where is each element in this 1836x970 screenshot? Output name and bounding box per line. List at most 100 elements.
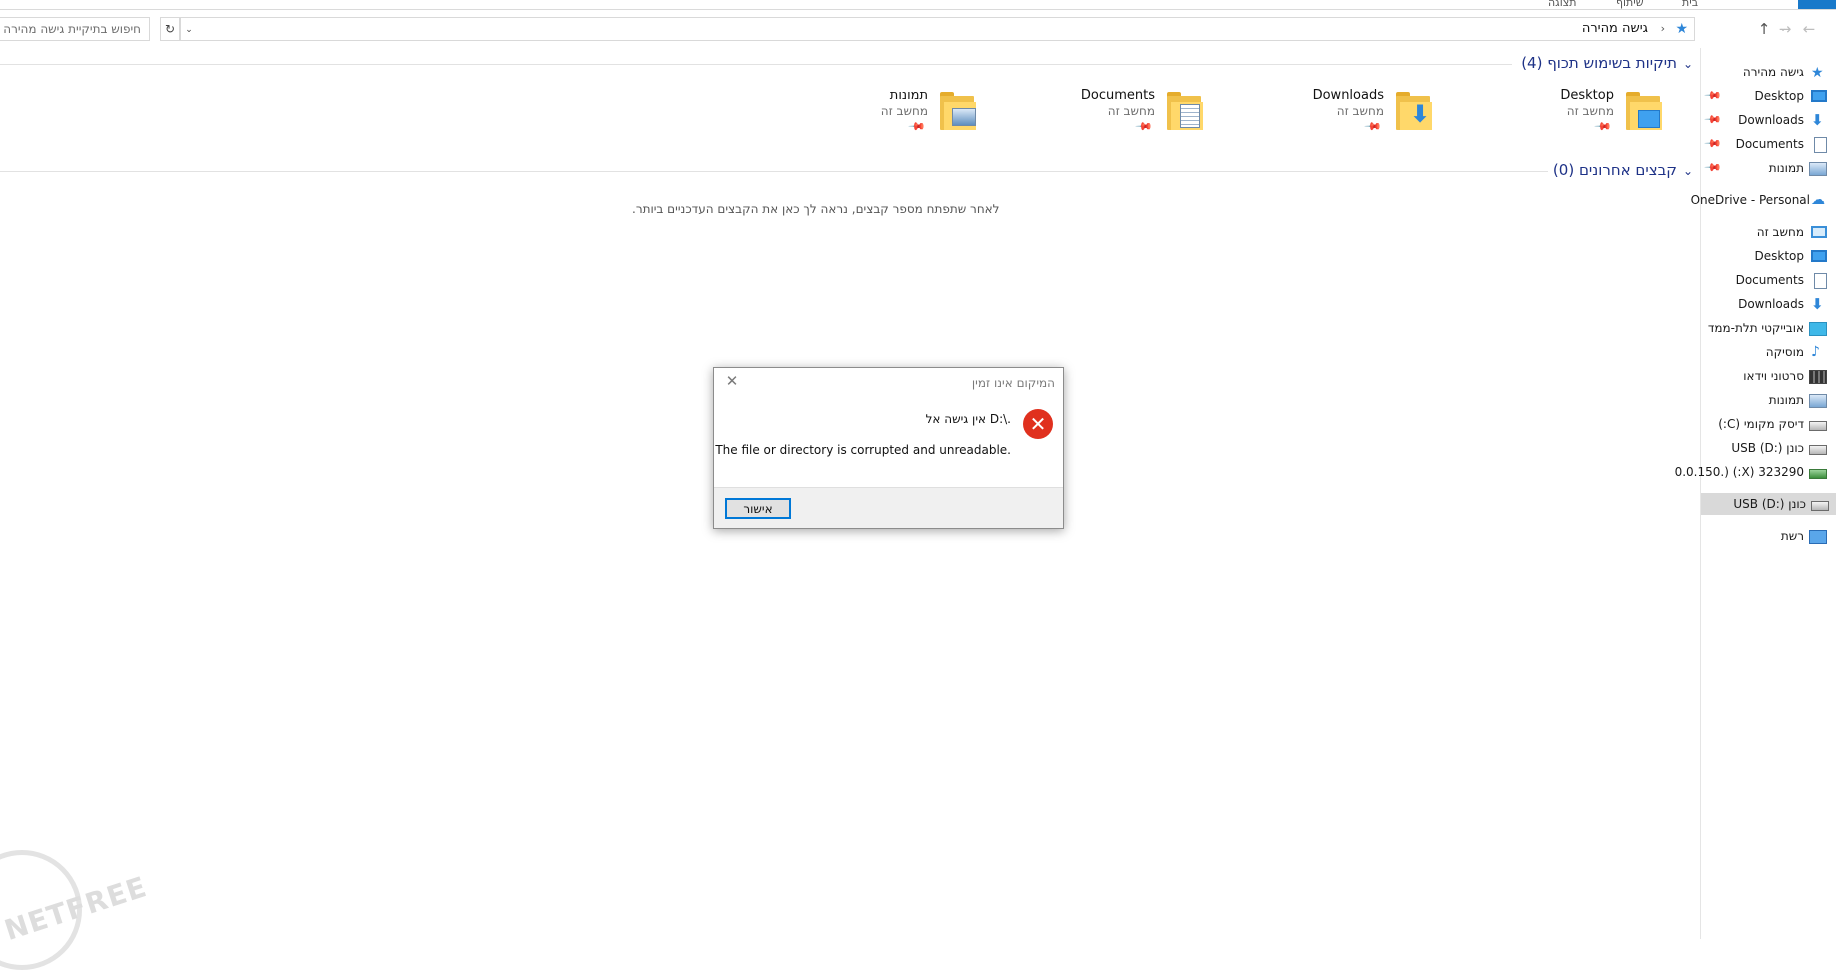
video-film-icon — [1809, 370, 1827, 384]
nav-item-usb-d[interactable]: כונן USB (D:) — [1701, 437, 1836, 459]
folder-icon: ⬇ — [1396, 92, 1432, 130]
address-dropdown-chevron-icon[interactable]: ⌄ — [181, 18, 197, 42]
nav-item-label: כונן USB (D:) — [1733, 497, 1806, 511]
nav-item-onedrive[interactable]: ☁ OneDrive - Personal — [1691, 189, 1836, 211]
nav-item-usb-d-root[interactable]: כונן USB (D:) — [1701, 493, 1836, 515]
ok-button[interactable]: אישור — [725, 498, 791, 519]
nav-item-network-drive-x[interactable]: 323290 (X:) (.0.0.150 — [1675, 461, 1836, 483]
nav-item-3d-objects[interactable]: אובייקטי תלת-ממד — [1701, 317, 1836, 339]
close-icon[interactable]: ✕ — [722, 371, 742, 391]
nav-item-label: Documents — [1735, 273, 1804, 287]
nav-item-network[interactable]: רשת — [1701, 525, 1836, 547]
ribbon-tab-share[interactable]: שיתוף — [1616, 0, 1644, 9]
document-icon — [1814, 273, 1827, 289]
nav-item-label: Downloads — [1738, 113, 1804, 127]
pin-icon[interactable]: 📌 — [1364, 117, 1383, 136]
desktop-icon — [1811, 90, 1827, 102]
nav-item-label: תמונות — [1768, 393, 1804, 407]
address-input[interactable]: ★ › גישה מהירה ⌄ — [180, 17, 1695, 41]
up-button[interactable]: ↑ — [1754, 19, 1774, 39]
computer-icon — [1811, 226, 1827, 238]
folder-tile-pictures[interactable]: תמונות מחשב זה 📌 — [786, 88, 976, 138]
nav-item-label: סרטוני וידאו — [1743, 369, 1804, 383]
chevron-down-icon: ⌄ — [1682, 164, 1693, 178]
error-dialog: המיקום אינו זמין ✕ ✕ אין גישה אל D:\. Th… — [713, 367, 1064, 529]
dialog-message-access-denied: אין גישה אל D:\. — [925, 412, 1011, 426]
pin-icon[interactable]: 📌 — [1594, 117, 1613, 136]
pin-icon[interactable]: 📌 — [908, 117, 927, 136]
nav-item-label: Desktop — [1754, 249, 1805, 263]
nav-item-local-disk-c[interactable]: דיסק מקומי (C:) — [1701, 413, 1836, 435]
folder-tile-downloads[interactable]: ⬇ Downloads מחשב זה 📌 — [1242, 88, 1432, 138]
folder-location: מחשב זה — [1566, 104, 1614, 118]
music-note-icon: ♪ — [1811, 344, 1820, 360]
refresh-button[interactable]: ↻ — [160, 17, 180, 41]
ribbon-tab-file[interactable] — [1798, 0, 1836, 9]
dialog-title: המיקום אינו זמין — [971, 376, 1055, 390]
nav-item-videos[interactable]: סרטוני וידאו — [1701, 365, 1836, 387]
nav-item-label: תמונות — [1768, 161, 1804, 175]
pin-icon: 📌 — [1703, 110, 1723, 130]
group-divider — [0, 64, 1512, 65]
ribbon-tabs: בית שיתוף תצוגה — [0, 0, 1836, 10]
nav-item-label: מוסיקה — [1765, 345, 1804, 359]
folder-name: תמונות — [889, 88, 928, 103]
folder-location: מחשב זה — [880, 104, 928, 118]
pin-icon: 📌 — [1703, 158, 1723, 178]
nav-item-pictures-pinned[interactable]: תמונות 📌 — [1701, 157, 1836, 179]
cloud-icon: ☁ — [1811, 192, 1825, 208]
pictures-icon — [1809, 162, 1827, 176]
recent-locations-button[interactable]: ⌄ — [1778, 19, 1788, 39]
nav-item-label: מחשב זה — [1756, 225, 1804, 239]
star-icon: ★ — [1811, 65, 1824, 81]
dialog-message-corrupted: The file or directory is corrupted and u… — [715, 443, 1011, 457]
folder-tile-desktop[interactable]: Desktop מחשב זה 📌 — [1472, 88, 1662, 138]
nav-item-label: Desktop — [1754, 89, 1805, 103]
nav-item-label: דיסק מקומי (C:) — [1718, 417, 1804, 431]
folder-name: Documents — [1080, 88, 1155, 103]
pin-icon: 📌 — [1703, 134, 1723, 154]
download-arrow-icon: ⬇ — [1811, 111, 1824, 129]
3d-objects-icon — [1809, 322, 1827, 336]
nav-item-quick-access[interactable]: ★ גישה מהירה — [1701, 61, 1836, 83]
nav-item-desktop[interactable]: Desktop — [1701, 245, 1836, 267]
recent-files-empty-message: לאחר שתפתח מספר קבצים, נראה לך כאן את הק… — [632, 202, 1000, 216]
nav-item-documents[interactable]: Documents — [1701, 269, 1836, 291]
nav-item-label: כונן USB (D:) — [1731, 441, 1804, 455]
document-badge-icon — [1180, 104, 1200, 128]
nav-item-this-pc[interactable]: מחשב זה — [1701, 221, 1836, 243]
breadcrumb-separator[interactable]: › — [1661, 18, 1665, 40]
document-icon — [1814, 137, 1827, 153]
network-drive-icon — [1809, 469, 1827, 479]
ribbon-tab-home[interactable]: בית — [1682, 0, 1698, 9]
frequent-folders-header[interactable]: ⌄ תיקיות בשימוש תכוף (4) — [1521, 54, 1693, 72]
nav-item-music[interactable]: ♪ מוסיקה — [1701, 341, 1836, 363]
folder-tile-documents[interactable]: Documents מחשב זה 📌 — [1013, 88, 1203, 138]
folder-location: מחשב זה — [1336, 104, 1384, 118]
nav-item-pictures[interactable]: תמונות — [1701, 389, 1836, 411]
group-divider — [0, 171, 1548, 172]
picture-badge-icon — [952, 108, 976, 126]
recent-files-header[interactable]: ⌄ קבצים אחרונים (0) — [1553, 161, 1693, 179]
nav-item-downloads[interactable]: ⬇ Downloads — [1701, 293, 1836, 315]
download-arrow-icon: ⬇ — [1811, 295, 1824, 313]
nav-item-documents-pinned[interactable]: Documents 📌 — [1701, 133, 1836, 155]
nav-item-label: אובייקטי תלת-ממד — [1707, 321, 1804, 335]
nav-item-downloads-pinned[interactable]: ⬇ Downloads 📌 — [1701, 109, 1836, 131]
pin-icon: 📌 — [1703, 86, 1723, 106]
download-arrow-icon: ⬇ — [1410, 100, 1431, 128]
breadcrumb-quick-access[interactable]: גישה מהירה — [1582, 18, 1648, 40]
folder-name: Desktop — [1560, 88, 1614, 103]
ribbon-tab-view[interactable]: תצוגה — [1548, 0, 1576, 9]
error-x-icon: ✕ — [1023, 409, 1053, 439]
nav-item-desktop-pinned[interactable]: Desktop 📌 — [1701, 85, 1836, 107]
dialog-footer: אישור — [714, 487, 1063, 528]
network-icon — [1809, 530, 1827, 544]
folder-icon — [940, 92, 976, 130]
nav-item-label: OneDrive - Personal — [1690, 193, 1810, 207]
pin-icon[interactable]: 📌 — [1135, 117, 1154, 136]
back-button[interactable]: ← — [1799, 19, 1819, 39]
nav-item-label: Documents — [1735, 137, 1804, 151]
search-input[interactable]: חיפוש בתיקיית גישה מהירה — [0, 17, 150, 41]
folder-icon — [1626, 92, 1662, 130]
